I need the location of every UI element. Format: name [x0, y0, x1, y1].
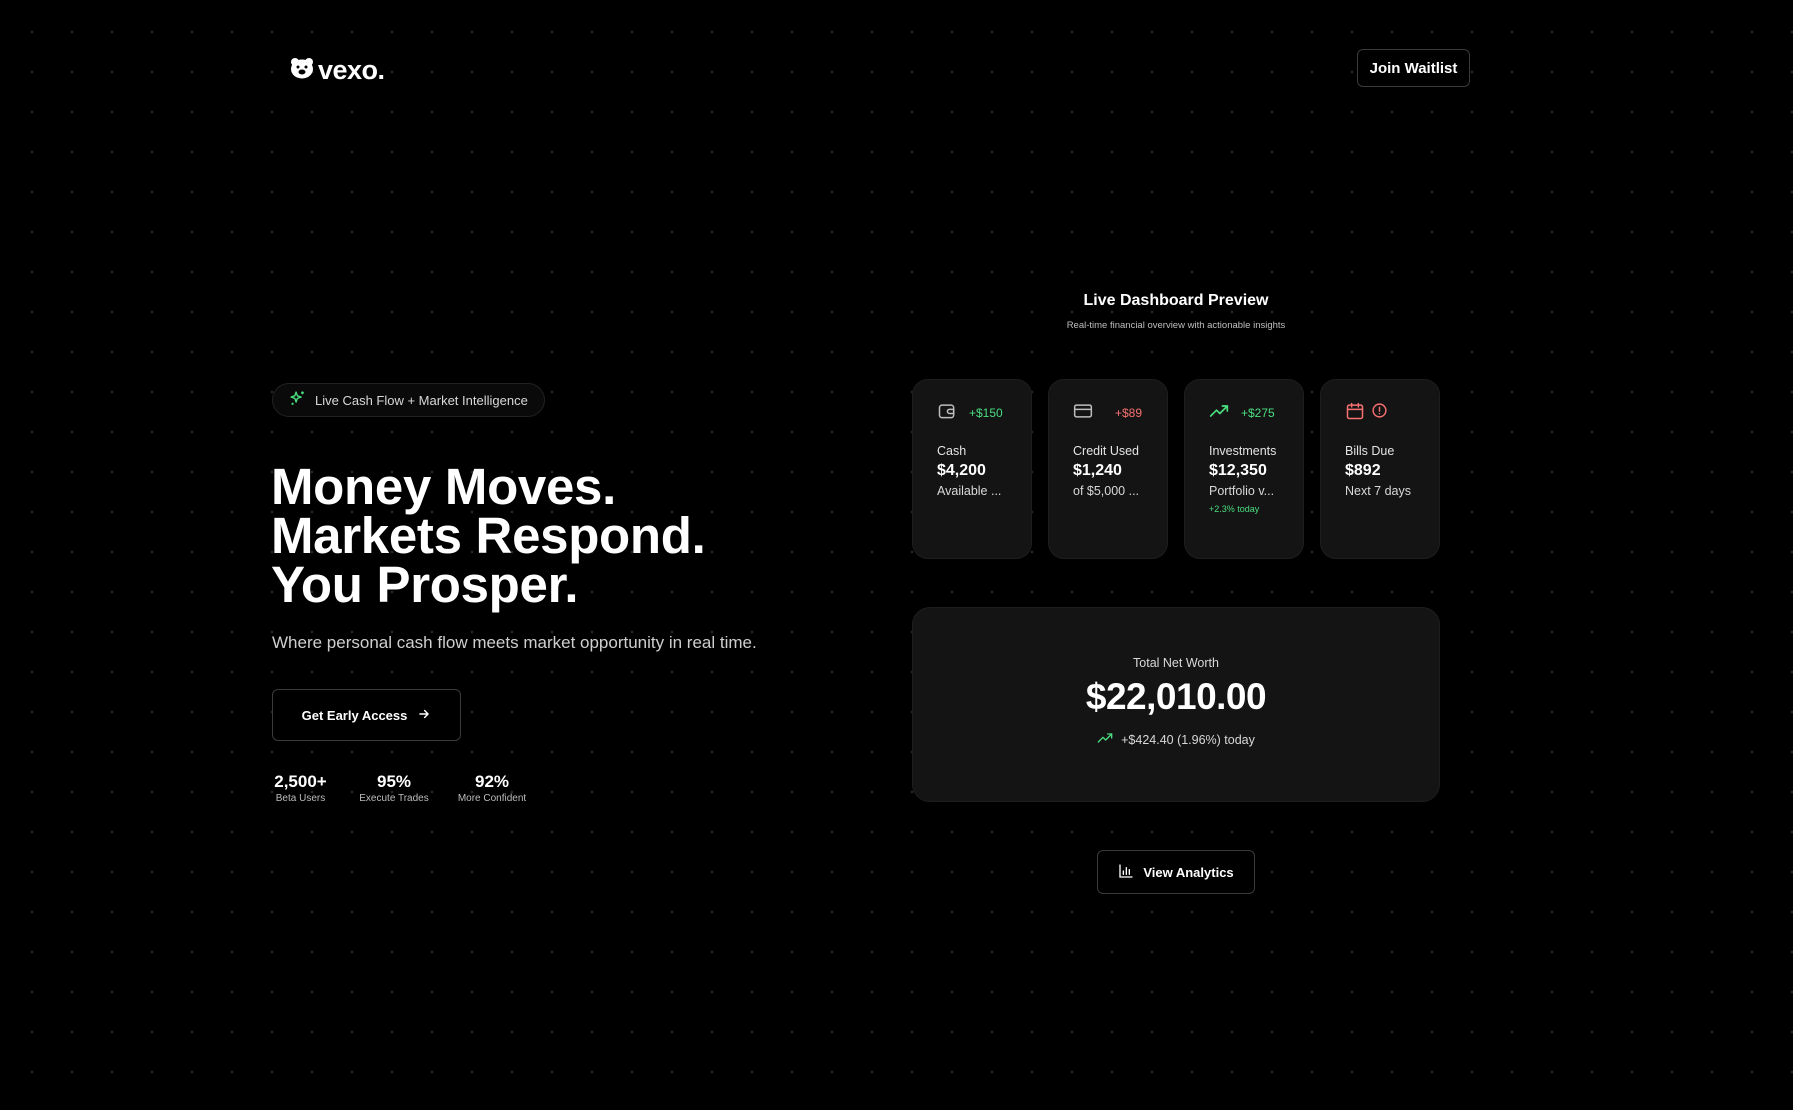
- dashboard-subtitle: Real-time financial overview with action…: [1066, 320, 1286, 331]
- wallet-icon: [937, 401, 957, 426]
- trending-up-icon: [1209, 401, 1229, 426]
- bear-logo-icon: [290, 57, 314, 84]
- card-label: Bills Due: [1345, 444, 1395, 458]
- hero-headline: Money Moves. Markets Respond. You Prospe…: [271, 458, 706, 613]
- card-value: $892: [1345, 462, 1381, 479]
- net-worth-label: Total Net Worth: [1133, 656, 1219, 670]
- cta-label: Get Early Access: [301, 707, 408, 723]
- join-waitlist-button[interactable]: Join Waitlist: [1357, 49, 1470, 87]
- stat-value: 2,500+: [274, 772, 327, 791]
- card-cash[interactable]: +$150 Cash $4,200 Available ...: [912, 379, 1032, 559]
- card-note: Portfolio v...: [1209, 484, 1275, 498]
- card-note: Next 7 days: [1345, 484, 1412, 498]
- card-bills-due[interactable]: Bills Due $892 Next 7 days: [1320, 379, 1440, 559]
- credit-card-icon: [1073, 401, 1093, 426]
- arrow-right-icon: [417, 707, 431, 724]
- stat-label: Beta Users: [275, 793, 326, 804]
- stat-label: Execute Trades: [359, 793, 429, 804]
- card-value: $1,240: [1073, 462, 1122, 479]
- card-credit-used[interactable]: +$89 Credit Used $1,240 of $5,000 ...: [1048, 379, 1168, 559]
- card-delta: +$150: [969, 406, 1003, 420]
- bar-chart-icon: [1118, 863, 1134, 882]
- card-label: Investments: [1209, 444, 1277, 458]
- stat-value: 95%: [376, 772, 412, 791]
- feature-badge-label: Live Cash Flow + Market Intelligence: [315, 392, 528, 408]
- net-worth-change-text: +$424.40 (1.96%) today: [1121, 732, 1255, 747]
- headline-line-3: You Prosper.: [271, 556, 579, 613]
- card-value: $4,200: [937, 462, 986, 479]
- net-worth-panel: Total Net Worth $22,010.00 +$424.40 (1.9…: [912, 607, 1440, 802]
- trending-up-icon: [1097, 730, 1113, 749]
- headline-line-1: Money Moves.: [271, 458, 616, 515]
- stat-label: More Confident: [457, 793, 527, 804]
- stat-value: 92%: [474, 772, 510, 791]
- headline-line-2: Markets Respond.: [271, 507, 706, 564]
- net-worth-change: +$424.40 (1.96%) today: [913, 730, 1439, 749]
- card-investments[interactable]: +$275 Investments $12,350 Portfolio v...…: [1184, 379, 1304, 559]
- card-extra: +2.3% today: [1209, 504, 1260, 514]
- sparkle-icon: [289, 390, 306, 410]
- logo-text: vexo.: [318, 55, 385, 85]
- get-early-access-button[interactable]: Get Early Access: [272, 689, 461, 741]
- view-analytics-button[interactable]: View Analytics: [1097, 850, 1255, 894]
- calendar-icon: [1345, 401, 1365, 426]
- hero-subheading: Where personal cash flow meets market op…: [272, 633, 757, 652]
- card-delta: +$89: [1115, 406, 1143, 420]
- dashboard-title: Live Dashboard Preview: [1083, 292, 1269, 309]
- card-value: $12,350: [1209, 462, 1267, 479]
- card-label: Credit Used: [1073, 444, 1139, 458]
- card-delta: +$275: [1241, 406, 1275, 420]
- view-analytics-label: View Analytics: [1143, 864, 1234, 880]
- alert-circle-icon: [1371, 402, 1388, 424]
- card-label: Cash: [937, 444, 967, 458]
- net-worth-value: $22,010.00: [1085, 676, 1267, 717]
- card-note: of $5,000 ...: [1073, 484, 1140, 498]
- stat-execute-trades: 95% Execute Trades: [358, 772, 430, 804]
- stat-more-confident: 92% More Confident: [456, 772, 528, 804]
- feature-badge: Live Cash Flow + Market Intelligence: [272, 383, 545, 417]
- logo[interactable]: vexo.: [290, 55, 385, 86]
- stat-beta-users: 2,500+ Beta Users: [272, 772, 329, 804]
- card-note: Available ...: [937, 484, 1002, 498]
